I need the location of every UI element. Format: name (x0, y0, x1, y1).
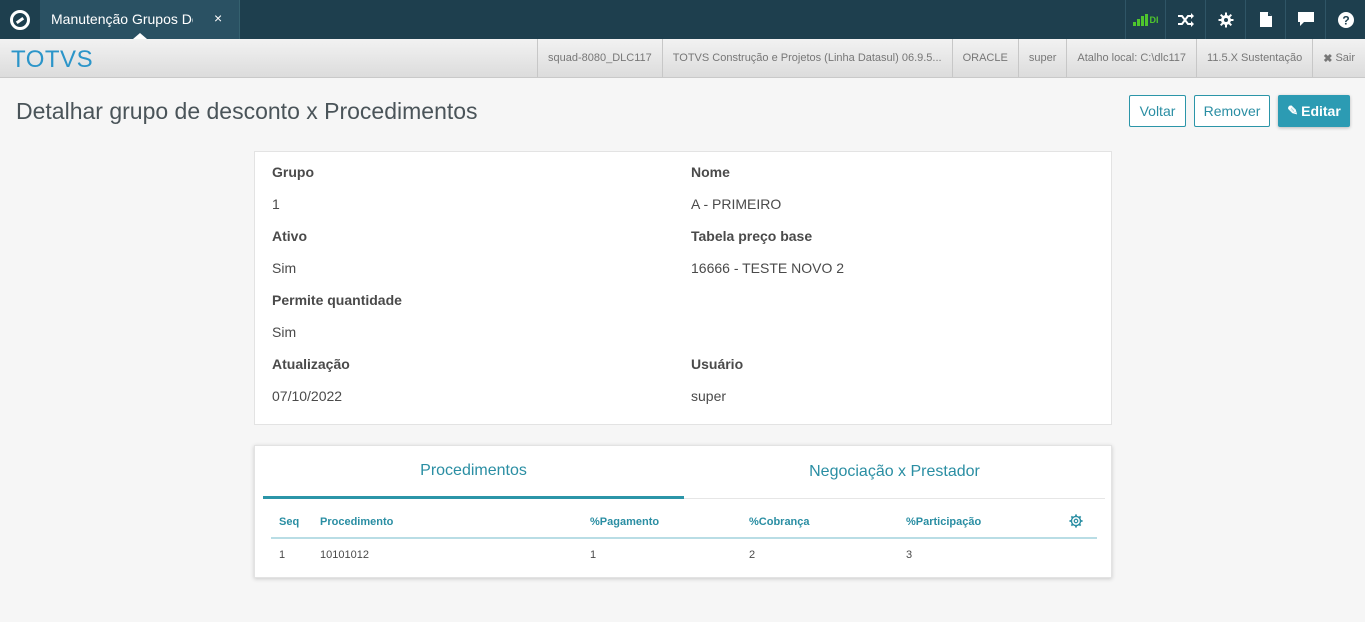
shuffle-icon (1177, 12, 1194, 27)
info-bar: TOTVS squad-8080_DLC117 TOTVS Construção… (0, 39, 1365, 78)
document-icon (1259, 12, 1272, 27)
tabela-label: Tabela preço base (691, 228, 813, 244)
info-item-user: super (1017, 39, 1067, 77)
edit-button-label: Editar (1301, 103, 1341, 119)
cell-cobranca: 2 (749, 549, 756, 561)
ativo-value: Sim (272, 260, 297, 276)
info-item-database: ORACLE (951, 39, 1018, 77)
chat-button[interactable] (1285, 0, 1325, 39)
document-button[interactable] (1245, 0, 1285, 39)
logout-label: Sair (1335, 52, 1355, 64)
shuffle-button[interactable] (1165, 0, 1205, 39)
top-icons-group: DI ? (1125, 0, 1365, 39)
tab-label: Manutenção Grupos De Desconto (51, 11, 193, 27)
chat-icon (1297, 12, 1314, 26)
tab-negociacao-prestador[interactable]: Negociação x Prestador (684, 446, 1105, 499)
grupo-value: 1 (272, 196, 280, 212)
cell-seq: 1 (279, 549, 286, 561)
top-navbar: Manutenção Grupos De Desconto × DI (0, 0, 1365, 39)
connection-status-button[interactable]: DI (1125, 0, 1165, 39)
atualizacao-label: Atualização (272, 356, 350, 372)
settings-button[interactable] (1205, 0, 1245, 39)
gear-icon (1218, 12, 1233, 27)
svg-text:?: ? (1342, 13, 1349, 27)
help-icon: ? (1337, 11, 1354, 28)
pencil-icon: ✎ (1287, 103, 1299, 118)
info-item-server: squad-8080_DLC117 (537, 39, 662, 77)
tabela-value: 16666 - TESTE NOVO 2 (691, 260, 845, 276)
details-card: Grupo 1 Nome A - PRIMEIRO Ativo Sim Tabe… (254, 151, 1112, 425)
info-items: squad-8080_DLC117 TOTVS Construção e Pro… (537, 39, 1365, 77)
atualizacao-value: 07/10/2022 (272, 388, 343, 404)
help-button[interactable]: ? (1325, 0, 1365, 39)
procedures-card: Procedimentos Negociação x Prestador Seq… (254, 445, 1112, 578)
signal-icon (1132, 13, 1148, 26)
column-settings-icon[interactable] (1069, 514, 1083, 528)
page-title: Detalhar grupo de desconto x Procediment… (16, 98, 478, 124)
permite-quantidade-label: Permite quantidade (272, 292, 402, 308)
close-icon: ✖ (1323, 52, 1333, 65)
cell-procedimento: 10101012 (320, 549, 369, 561)
back-button[interactable]: Voltar (1129, 95, 1186, 127)
ativo-label: Ativo (272, 228, 307, 244)
logout-button[interactable]: ✖ Sair (1312, 39, 1365, 77)
permite-quantidade-value: Sim (272, 324, 297, 340)
column-header-procedimento[interactable]: Procedimento (320, 516, 393, 528)
signal-text: DI (1149, 14, 1159, 25)
info-item-product: TOTVS Construção e Projetos (Linha Datas… (661, 39, 952, 77)
info-item-shortcut: Atalho local: C:\dlc117 (1066, 39, 1196, 77)
edit-button[interactable]: ✎ Editar (1278, 95, 1350, 127)
totvs-logo-icon (10, 9, 30, 30)
info-item-version: 11.5.X Sustentação (1196, 39, 1312, 77)
remove-button[interactable]: Remover (1194, 95, 1270, 127)
column-header-participacao[interactable]: %Participação (906, 516, 981, 528)
tab-manutencao-grupos[interactable]: Manutenção Grupos De Desconto × (40, 0, 240, 39)
tab-close-icon[interactable]: × (214, 10, 222, 26)
nome-value: A - PRIMEIRO (691, 196, 782, 212)
grupo-label: Grupo (272, 164, 314, 180)
cell-pagamento: 1 (590, 549, 597, 561)
usuario-label: Usuário (691, 356, 744, 372)
app-menu-button[interactable] (0, 0, 40, 39)
usuario-value: super (691, 388, 727, 404)
table-header-divider (271, 537, 1097, 539)
nome-label: Nome (691, 164, 730, 180)
column-header-pagamento[interactable]: %Pagamento (590, 516, 659, 528)
tab-procedimentos[interactable]: Procedimentos (263, 446, 684, 499)
brand-logo: TOTVS (11, 46, 94, 73)
column-header-seq[interactable]: Seq (279, 516, 299, 528)
column-header-cobranca[interactable]: %Cobrança (749, 516, 810, 528)
cell-participacao: 3 (906, 549, 913, 561)
